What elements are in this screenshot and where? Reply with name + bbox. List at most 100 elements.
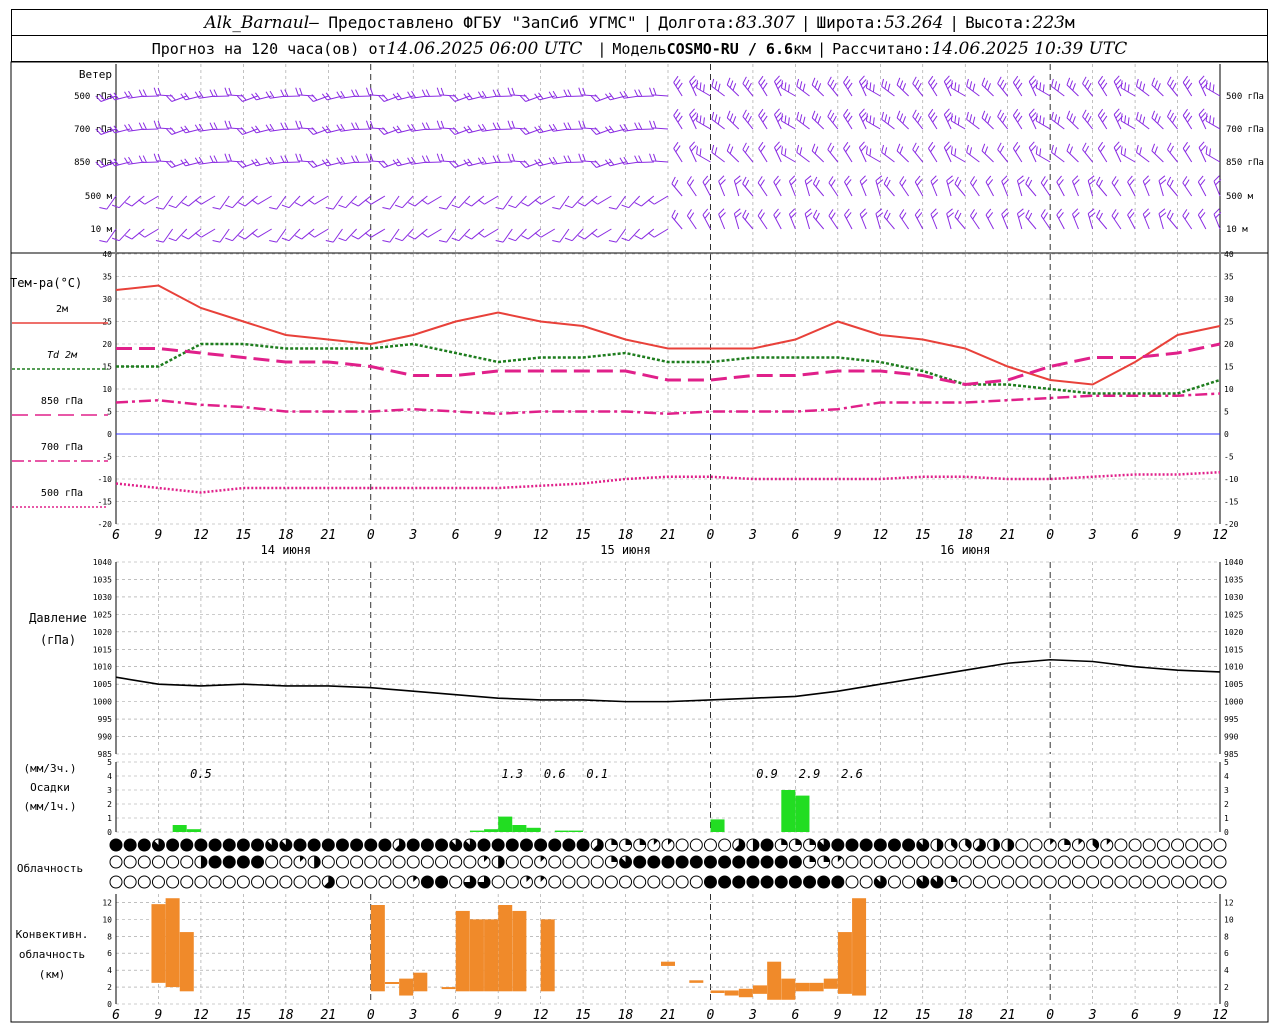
wind-barb-staff: [896, 150, 909, 163]
wind-barb-icon: [985, 175, 994, 197]
wind-barb-icon: [1097, 75, 1108, 97]
wind-barb-staff: [843, 148, 853, 163]
wind-barb-flag: [340, 156, 346, 164]
temp-ytick-right: 10: [1224, 385, 1234, 394]
pressure-ytick-right: 1020: [1224, 628, 1243, 637]
cloud-cover-icon: [137, 855, 151, 869]
cloud-circle: [392, 875, 406, 889]
wind-barb-icon: [742, 176, 754, 197]
wind-barb-flag: [280, 89, 285, 97]
wind-barb-flag: [511, 87, 515, 96]
cloud-cover-icon: [1199, 875, 1213, 889]
wind-barb-icon: [896, 143, 909, 163]
temp-hour-label: 21: [660, 528, 676, 543]
cloud-cover-icon: [208, 855, 222, 869]
wind-barb-staff: [354, 128, 371, 131]
cloud-fill-full: [789, 856, 802, 868]
wind-barb-staff: [696, 153, 711, 163]
wind-barb-staff: [866, 153, 881, 163]
wind-barb-icon: [634, 228, 655, 240]
wind-barb-icon: [742, 209, 754, 230]
wind-barb-icon: [605, 125, 626, 134]
wind-barb-staff: [1025, 216, 1037, 230]
cloud-cover-icon: [463, 838, 477, 852]
wind-barb-flag: [594, 94, 601, 101]
wind-barb-staff: [628, 195, 641, 209]
wind-barb-flag: [155, 207, 164, 210]
wind-barb-flag: [440, 120, 445, 129]
cloud-circle: [123, 855, 137, 869]
cloud-cover-icon: [251, 838, 265, 852]
wind-barb-staff: [142, 128, 159, 131]
wind-barb-flag: [567, 122, 572, 130]
wind-barb-flag: [507, 87, 511, 96]
wind-barb-staff: [711, 85, 725, 97]
wind-barb-flag: [212, 240, 221, 243]
wind-barb-flag: [523, 127, 530, 134]
wind-barb-icon: [1066, 110, 1079, 130]
conv-title-2: облачность: [19, 948, 85, 961]
cloud-fill-full: [803, 876, 816, 888]
wind-barb-icon: [407, 228, 428, 240]
cloud-cover-icon: [647, 875, 661, 889]
wind-barb-staff: [163, 195, 174, 210]
wind-barb-flag: [567, 155, 572, 163]
cloud-cover-icon: [675, 838, 689, 852]
cloud-fill-full: [746, 856, 759, 868]
wind-barb-icon: [718, 175, 726, 197]
wind-barb-icon: [950, 146, 966, 163]
temp-hour-label: 6: [452, 528, 460, 543]
cloud-fill-part: [498, 856, 505, 868]
cloud-circle: [944, 855, 958, 869]
wind-barb-icon: [912, 109, 924, 130]
cloud-fill-full: [732, 856, 745, 868]
wind-barb-staff: [425, 128, 442, 131]
temp-ytick-right: 40: [1224, 250, 1234, 259]
wind-barb-icon: [914, 208, 924, 230]
cloud-fill-part: [625, 839, 632, 845]
wind-barb-staff: [671, 216, 683, 230]
wind-barb-flag: [294, 235, 302, 240]
wind-barb-icon: [865, 113, 881, 130]
wind-barb-staff: [773, 214, 782, 230]
cloud-cover-icon: [151, 855, 165, 869]
wind-barb-icon: [608, 195, 626, 210]
wind-barb-icon: [621, 195, 641, 209]
cloud-fill-full: [124, 839, 137, 851]
wind-barb-staff: [219, 228, 230, 243]
temp-hour-label: 12: [872, 528, 888, 543]
cloud-cover-icon: [788, 855, 802, 869]
wind-barb-staff: [358, 228, 372, 240]
cloud-circle: [1114, 855, 1128, 869]
wind-barb-staff: [484, 228, 499, 238]
wind-barb-flag: [269, 156, 275, 164]
wind-barb-icon: [718, 208, 726, 230]
temp-hour-label: 3: [1088, 528, 1097, 543]
wind-barb-staff: [773, 181, 782, 197]
wind-barb-icon: [827, 109, 839, 130]
wind-barb-staff: [652, 127, 669, 130]
cloud-cover-icon: [760, 838, 774, 852]
wind-barb-icon: [671, 176, 683, 197]
conv-hour-label: 6: [452, 1008, 460, 1023]
wind-barb-flag: [1159, 212, 1167, 218]
wind-barb-icon: [881, 144, 895, 163]
cloud-fill-full: [209, 856, 222, 868]
conv-bar: [498, 905, 513, 992]
wind-barb-staff: [358, 195, 372, 207]
cloud-cover-icon: [1100, 855, 1114, 869]
wind-barb-flag: [1017, 175, 1024, 182]
wind-barb-staff: [389, 195, 400, 210]
precip-amount-label: 2.9: [799, 767, 821, 781]
wind-barb-icon: [758, 141, 768, 163]
wind-barb-staff: [597, 228, 612, 238]
temp-hour-label: 0: [707, 528, 715, 543]
cloud-circle: [703, 838, 717, 852]
wind-barb-flag: [153, 153, 158, 162]
cloud-cover-icon: [350, 855, 364, 869]
wind-barb-flag: [299, 153, 303, 162]
cloud-cover-icon: [1086, 875, 1100, 889]
cloud-cover-icon: [1171, 838, 1185, 852]
cloud-circle: [887, 875, 901, 889]
wind-barb-staff: [966, 151, 980, 163]
